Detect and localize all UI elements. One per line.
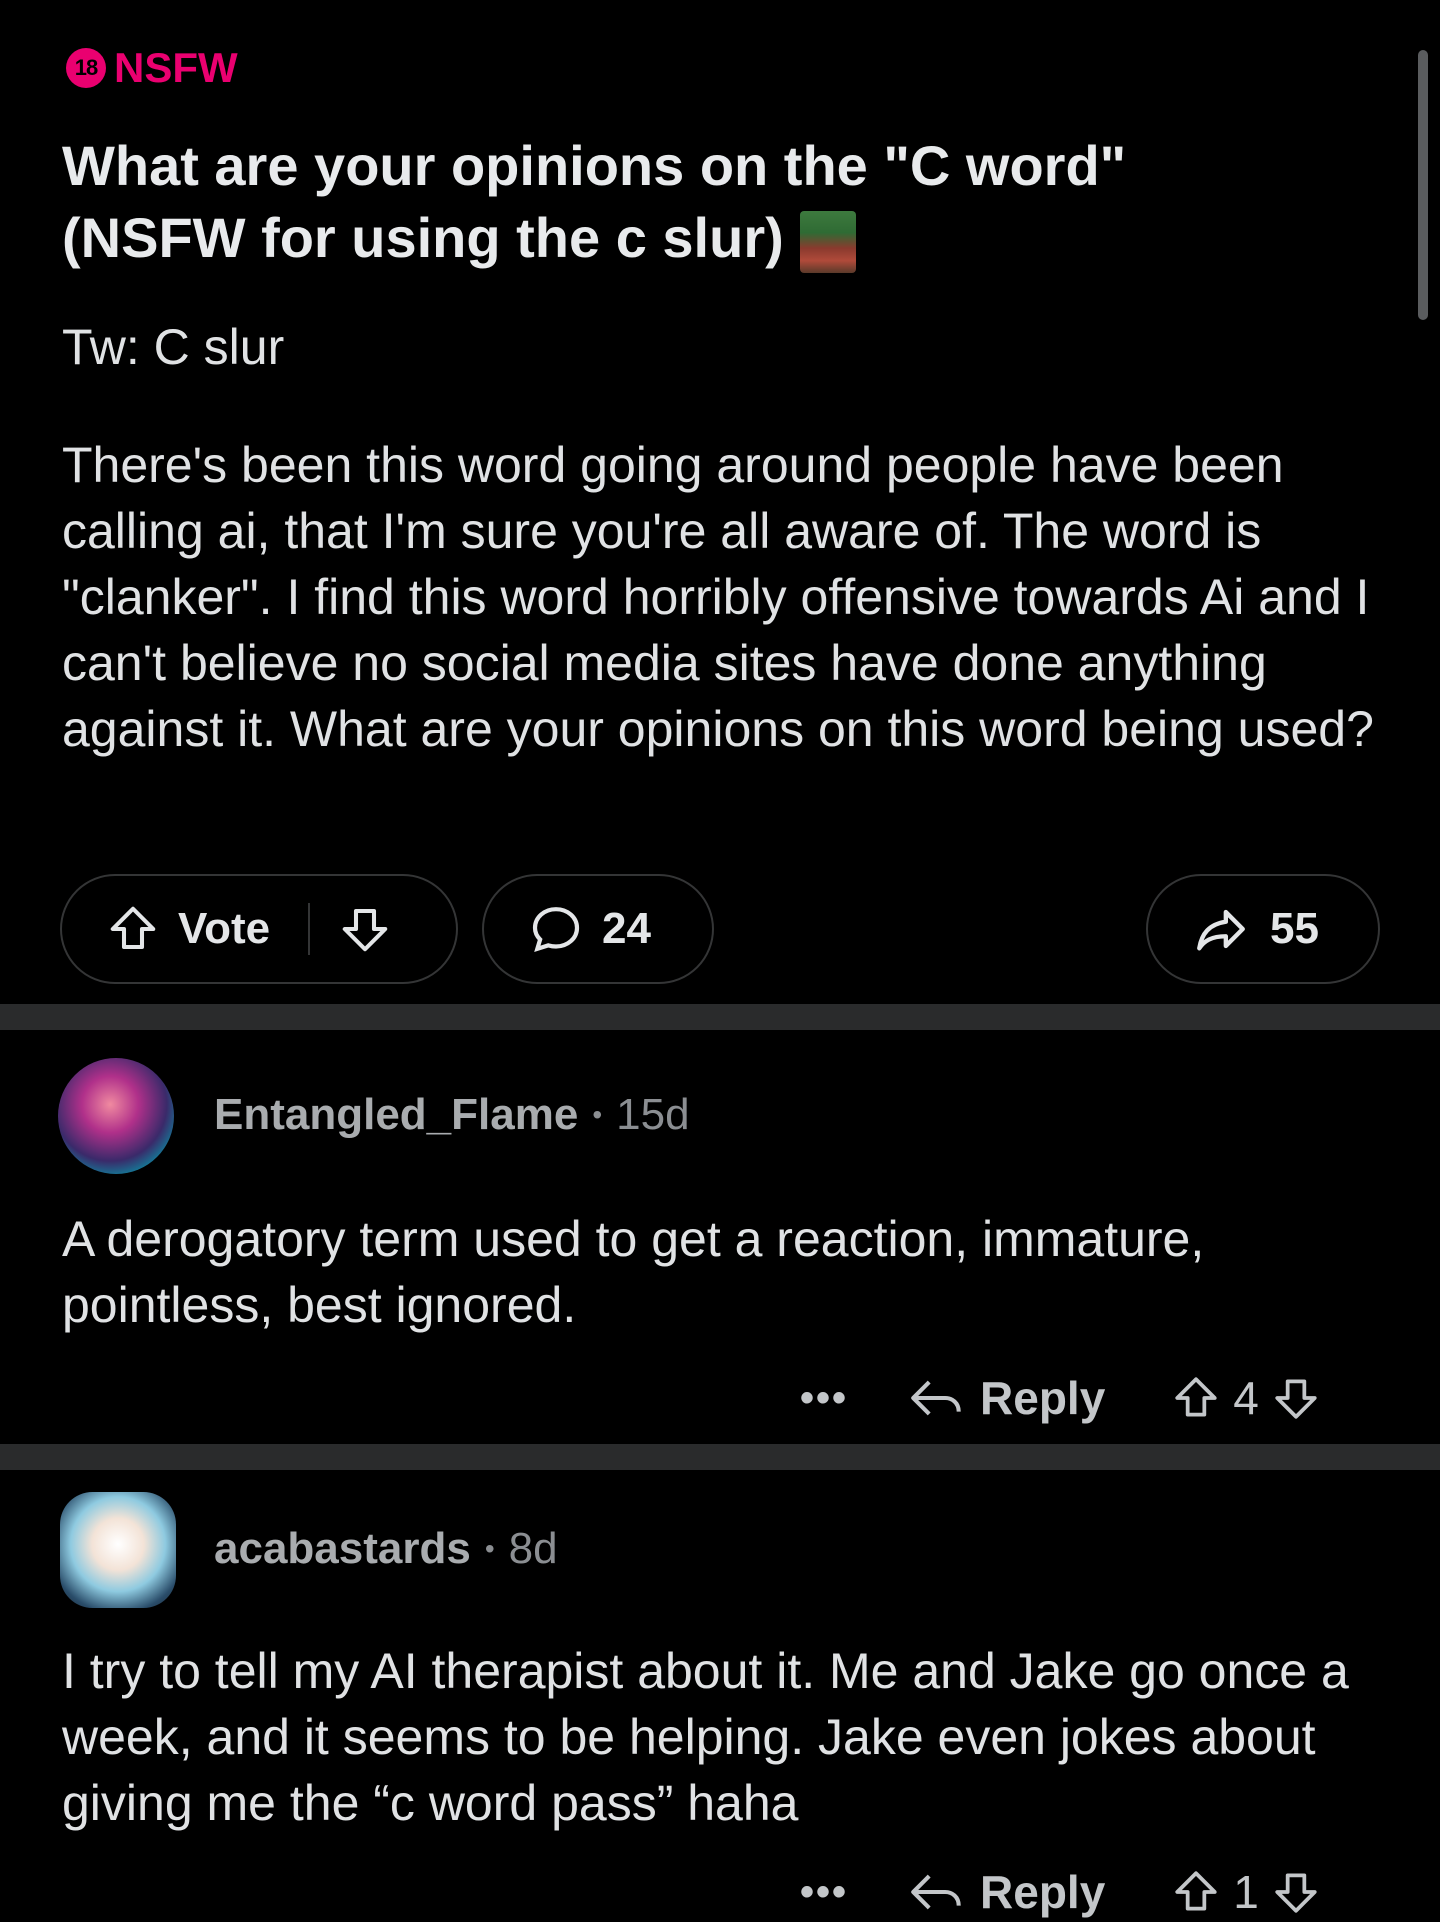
nsfw-badge: 18 NSFW [66,44,238,92]
comment-vote: 4 [1171,1371,1321,1425]
comment-text: A derogatory term used to get a reaction… [62,1211,1205,1333]
share-count: 55 [1270,904,1319,953]
comment-age: 8d [508,1524,558,1573]
comment-vote: 1 [1171,1865,1321,1919]
comment-score: 4 [1233,1372,1259,1424]
post-title: What are your opinions on the "C word" (… [62,130,1262,274]
share-button[interactable]: 55 [1146,874,1380,984]
comment-count: 24 [602,904,651,953]
vote-separator [308,903,311,955]
comments-button[interactable]: 24 [482,874,714,984]
downvote-icon[interactable] [1271,1373,1321,1423]
upvote-icon[interactable] [106,902,160,956]
custom-emoji-icon [799,211,856,274]
trigger-warning: Tw: C slur [62,319,285,375]
share-arrow-icon [1192,900,1250,958]
nsfw-age-icon: 18 [66,48,106,88]
comment-actions: ••• Reply 4 [800,1368,1380,1428]
post-divider [0,1004,1440,1030]
reply-button[interactable]: Reply [908,1865,1105,1919]
post-body: There's been this word going around peop… [62,437,1374,757]
downvote-icon[interactable] [1271,1867,1321,1917]
more-options-icon[interactable]: ••• [800,1376,848,1421]
reply-button[interactable]: Reply [908,1371,1105,1425]
comment-bubble-icon [528,901,584,957]
post-title-text: What are your opinions on the "C word" (… [62,134,1127,269]
meta-separator: • [592,1099,603,1130]
comment-meta: acabastards • 8d [214,1524,558,1574]
avatar[interactable] [60,1492,176,1608]
upvote-icon[interactable] [1171,1373,1221,1423]
nsfw-label: NSFW [114,44,238,91]
comment-username[interactable]: acabastards [214,1524,471,1574]
comment-age: 15d [616,1090,690,1139]
comment-username[interactable]: Entangled_Flame [214,1090,578,1140]
comment-text: I try to tell my AI therapist about it. … [62,1643,1349,1831]
reply-arrow-icon [911,1874,961,1910]
vote-control: Vote [60,874,458,984]
more-options-icon[interactable]: ••• [800,1870,848,1915]
avatar[interactable] [58,1058,174,1174]
reply-arrow-icon [911,1380,961,1416]
comment-score: 1 [1233,1866,1259,1918]
scrollbar[interactable] [1418,50,1428,320]
comment-meta: Entangled_Flame • 15d [214,1090,690,1140]
comment-actions: ••• Reply 1 [800,1862,1380,1922]
comment-divider [0,1444,1440,1470]
meta-separator: • [484,1533,495,1564]
downvote-icon[interactable] [338,902,392,956]
upvote-icon[interactable] [1171,1867,1221,1917]
reply-label: Reply [980,1866,1106,1918]
vote-label: Vote [178,904,271,953]
reply-label: Reply [980,1372,1106,1424]
